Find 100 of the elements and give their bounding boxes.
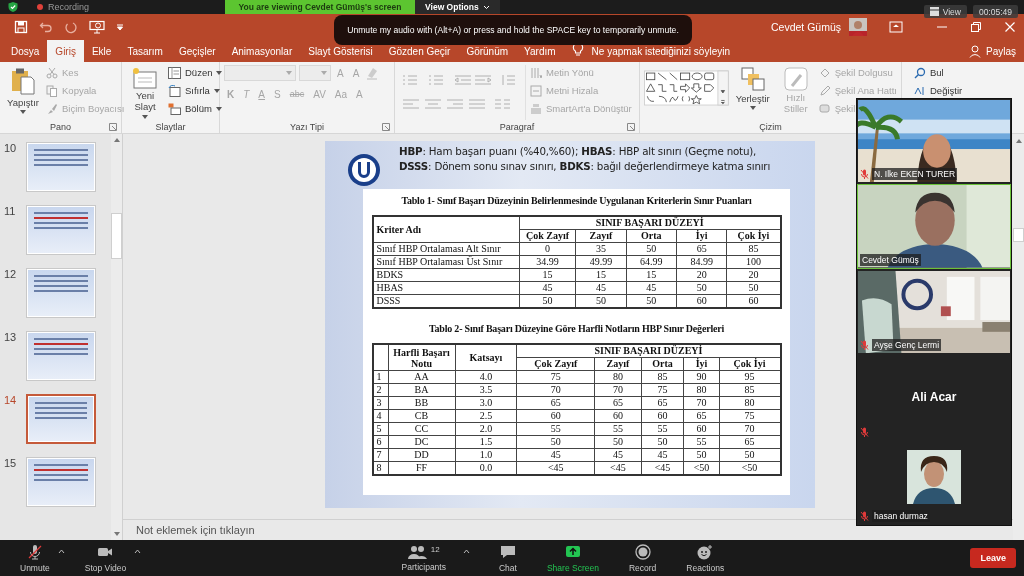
reactions-button[interactable]: Reactions <box>680 543 731 573</box>
scrollbar-thumb[interactable] <box>1013 228 1024 242</box>
scrollbar[interactable] <box>111 134 122 540</box>
view-options-button[interactable]: View Options <box>415 0 500 14</box>
leave-button[interactable]: Leave <box>970 548 1016 568</box>
customize-caret-icon[interactable] <box>116 23 124 31</box>
scroll-up-icon[interactable] <box>1014 138 1023 144</box>
table-cell: 70 <box>516 383 595 397</box>
slide-thumbnail[interactable] <box>26 205 96 255</box>
paste-button[interactable]: Yapıştır <box>4 65 43 120</box>
section-icon <box>168 102 181 115</box>
table-cell: 50 <box>641 435 684 449</box>
caret-icon[interactable] <box>462 548 470 554</box>
table-cell: 84.99 <box>676 255 727 269</box>
save-icon[interactable] <box>14 20 28 34</box>
university-logo-icon <box>347 153 381 187</box>
table-cell: 7 <box>372 448 388 462</box>
close-icon[interactable] <box>1004 21 1016 33</box>
share-button[interactable]: Paylaş <box>969 44 1016 58</box>
view-button[interactable]: View <box>923 5 967 18</box>
table-cell: 15 <box>519 268 576 282</box>
find-button[interactable]: Bul <box>914 65 944 80</box>
layout-icon <box>168 66 181 79</box>
notes-placeholder[interactable]: Not eklemek için tıklayın <box>136 524 255 536</box>
redo-icon[interactable] <box>64 20 78 34</box>
arrange-icon <box>740 67 765 91</box>
table-cell: 50 <box>516 435 595 449</box>
slide-number: 13 <box>4 331 18 345</box>
table-cell: 65 <box>676 242 727 256</box>
caret-icon[interactable] <box>57 548 65 554</box>
ribbon-button[interactable]: Bölüm <box>168 101 222 116</box>
reset-icon <box>168 84 181 97</box>
video-tile[interactable]: N. Ilke EKEN TURER <box>857 99 1011 184</box>
dialog-launcher-icon[interactable] <box>627 123 635 131</box>
table-cell: 0 <box>519 242 576 256</box>
share-screen-button[interactable]: Share Screen <box>540 543 605 573</box>
ribbon-tab[interactable]: Giriş <box>47 40 84 62</box>
participant-name: Ayşe Genç Lermi <box>872 339 942 352</box>
record-icon <box>634 543 651 560</box>
participant-name: hasan durmaz <box>872 510 930 523</box>
chat-bubble-icon <box>499 543 516 560</box>
meeting-timer: 00:05:49 <box>972 5 1018 18</box>
table-cell: 2 <box>372 383 388 397</box>
table-cell: HBAS <box>372 281 520 295</box>
ribbon-tab[interactable]: Tasarım <box>119 40 171 62</box>
table-cell: 65 <box>594 396 642 410</box>
unmute-button[interactable]: Unmute <box>14 543 56 573</box>
table-cell: 60 <box>516 409 595 423</box>
ribbon-button[interactable]: Sıfırla <box>168 83 220 98</box>
table-cell: DC <box>388 435 455 449</box>
table-cell: 6 <box>372 435 388 449</box>
arrange-button[interactable]: Yerleştir <box>732 65 773 120</box>
stop-video-button[interactable]: Stop Video <box>78 543 133 573</box>
caret-icon[interactable] <box>134 548 142 554</box>
participants-button[interactable]: 12 Participants <box>395 544 452 572</box>
ribbon-tab[interactable]: Geçişler <box>170 40 224 62</box>
scroll-up-icon[interactable] <box>112 137 121 143</box>
ribbon-button[interactable]: Düzen <box>168 65 223 80</box>
participant-name: Ali Acar <box>911 390 957 405</box>
slide-thumbnail[interactable] <box>26 331 96 381</box>
column-header: Çok Zayıf <box>516 357 595 371</box>
table-cell: 65 <box>516 396 595 410</box>
table-cell: Sınıf HBP Ortalaması Üst Sınır <box>372 255 520 269</box>
table-cell: 1 <box>372 370 388 384</box>
column-header: SINIF BAŞARI DÜZEYİ <box>519 216 781 230</box>
scroll-down-icon[interactable] <box>112 531 121 537</box>
table-cell: 50 <box>726 281 781 295</box>
slide-number: 12 <box>4 268 18 282</box>
scrollbar-thumb[interactable] <box>111 213 122 259</box>
ribbon-display-icon[interactable] <box>889 21 903 33</box>
caret-icon <box>213 88 220 93</box>
present-icon[interactable] <box>89 20 105 34</box>
table-cell: 70 <box>719 422 781 436</box>
video-tile[interactable]: Cevdet Gümüş <box>857 184 1011 269</box>
font-name-field[interactable] <box>224 65 296 81</box>
security-shield-icon[interactable] <box>7 1 19 13</box>
slide-thumbnail[interactable] <box>26 394 96 444</box>
restore-icon[interactable] <box>970 21 982 33</box>
caret-icon <box>142 114 148 119</box>
undo-icon[interactable] <box>39 20 53 34</box>
replace-button[interactable]: Değiştir <box>914 83 963 98</box>
slide-number: 15 <box>4 457 18 471</box>
ribbon-tab[interactable]: Dosya <box>3 40 48 62</box>
caret-icon <box>749 106 756 110</box>
ribbon-tab[interactable]: Animasyonlar <box>223 40 301 62</box>
tell-me-field[interactable]: Ne yapmak istediğinizi söyleyin <box>591 45 730 57</box>
chat-button[interactable]: Chat <box>492 543 523 573</box>
shapes-gallery[interactable] <box>644 67 729 109</box>
slide-thumbnail[interactable] <box>26 142 96 192</box>
ribbon-tab[interactable]: Ekle <box>83 40 120 62</box>
slide-thumbnail[interactable] <box>26 457 96 507</box>
new-slide-button[interactable]: Yeni Slayt <box>126 65 164 121</box>
dialog-launcher-icon[interactable] <box>382 123 390 131</box>
record-button[interactable]: Record <box>622 543 663 573</box>
font-size-field[interactable] <box>299 65 331 81</box>
video-tile[interactable]: Ayşe Genç Lermi <box>857 269 1011 355</box>
column-header: Çok Zayıf <box>519 229 576 243</box>
group-label: Yazı Tipi <box>290 121 324 132</box>
slide-thumbnail[interactable] <box>26 268 96 318</box>
dialog-launcher-icon[interactable] <box>109 123 117 131</box>
